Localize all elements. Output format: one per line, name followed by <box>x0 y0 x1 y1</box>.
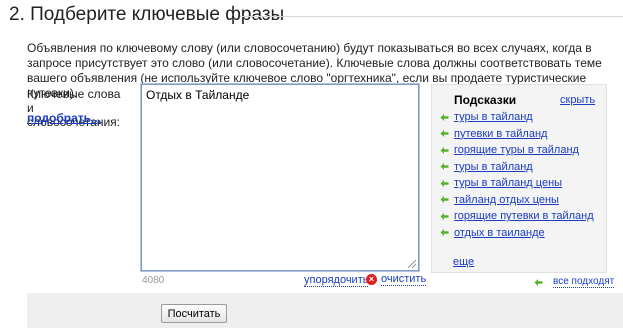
hint-item[interactable]: туры в тайланд цены <box>440 175 594 192</box>
hint-item-label[interactable]: туры в тайланд <box>454 161 533 173</box>
green-left-arrow-icon[interactable] <box>440 129 449 138</box>
hints-panel: Подсказки скрыть туры в тайланд путевки … <box>431 84 607 273</box>
green-left-arrow-icon[interactable] <box>440 195 449 204</box>
green-left-arrow-icon[interactable] <box>440 146 449 155</box>
green-left-arrow-icon[interactable] <box>440 228 449 237</box>
more-hints-link[interactable]: еще <box>453 256 474 268</box>
footer-bar: Посчитать <box>27 293 623 328</box>
hints-title: Подсказки <box>454 93 517 107</box>
hint-item[interactable]: тайланд отдых цены <box>440 192 594 209</box>
hint-item[interactable]: путевки в тайланд <box>440 126 594 143</box>
hint-item[interactable]: горящие туры в тайланд <box>440 142 594 159</box>
character-counter: 4080 <box>142 275 165 286</box>
section-header: 2. Подберите ключевые фразы <box>9 4 284 26</box>
close-circle-icon[interactable]: × <box>366 274 377 285</box>
hint-item-label[interactable]: отдых в таиланде <box>454 227 545 239</box>
hint-item[interactable]: туры в тайланд <box>440 109 594 126</box>
clear-keywords[interactable]: × очистить <box>366 273 427 286</box>
hint-item[interactable]: отдых в таиланде <box>440 225 594 242</box>
hint-item[interactable]: туры в тайланд <box>440 159 594 176</box>
pick-keywords-link[interactable]: подобрать... <box>27 111 101 125</box>
green-left-arrow-icon[interactable] <box>440 162 449 171</box>
resize-grip-icon[interactable] <box>408 260 416 268</box>
hint-item-label[interactable]: горящие путевки в тайланд <box>454 210 594 222</box>
green-left-arrow-icon[interactable] <box>440 212 449 221</box>
add-all-hints-link[interactable]: все подходят <box>553 276 615 288</box>
hide-hints-link[interactable]: скрыть <box>560 94 595 106</box>
hint-list: туры в тайланд путевки в тайланд горящие… <box>440 109 594 241</box>
sort-keywords-link[interactable]: упорядочить <box>304 274 369 287</box>
keywords-textarea-value: Отдых в Тайланде <box>146 88 250 102</box>
keywords-textarea[interactable]: Отдых в Тайланде <box>141 84 419 271</box>
hint-item-label[interactable]: путевки в тайланд <box>454 128 547 140</box>
hint-item-label[interactable]: тайланд отдых цены <box>454 194 559 206</box>
calculate-button[interactable]: Посчитать <box>161 304 227 323</box>
section-title: 2. Подберите ключевые фразы <box>9 4 285 25</box>
add-all-hints[interactable]: все подходят <box>534 276 615 288</box>
green-left-arrow-icon[interactable] <box>440 113 449 122</box>
section-divider <box>240 16 623 17</box>
hint-item[interactable]: горящие путевки в тайланд <box>440 208 594 225</box>
clear-keywords-link[interactable]: очистить <box>381 273 427 286</box>
green-left-arrow-icon[interactable] <box>534 278 543 287</box>
green-left-arrow-icon[interactable] <box>440 179 449 188</box>
hint-item-label[interactable]: туры в тайланд <box>454 111 533 123</box>
hint-item-label[interactable]: горящие туры в тайланд <box>454 144 579 156</box>
hint-item-label[interactable]: туры в тайланд цены <box>454 177 562 189</box>
